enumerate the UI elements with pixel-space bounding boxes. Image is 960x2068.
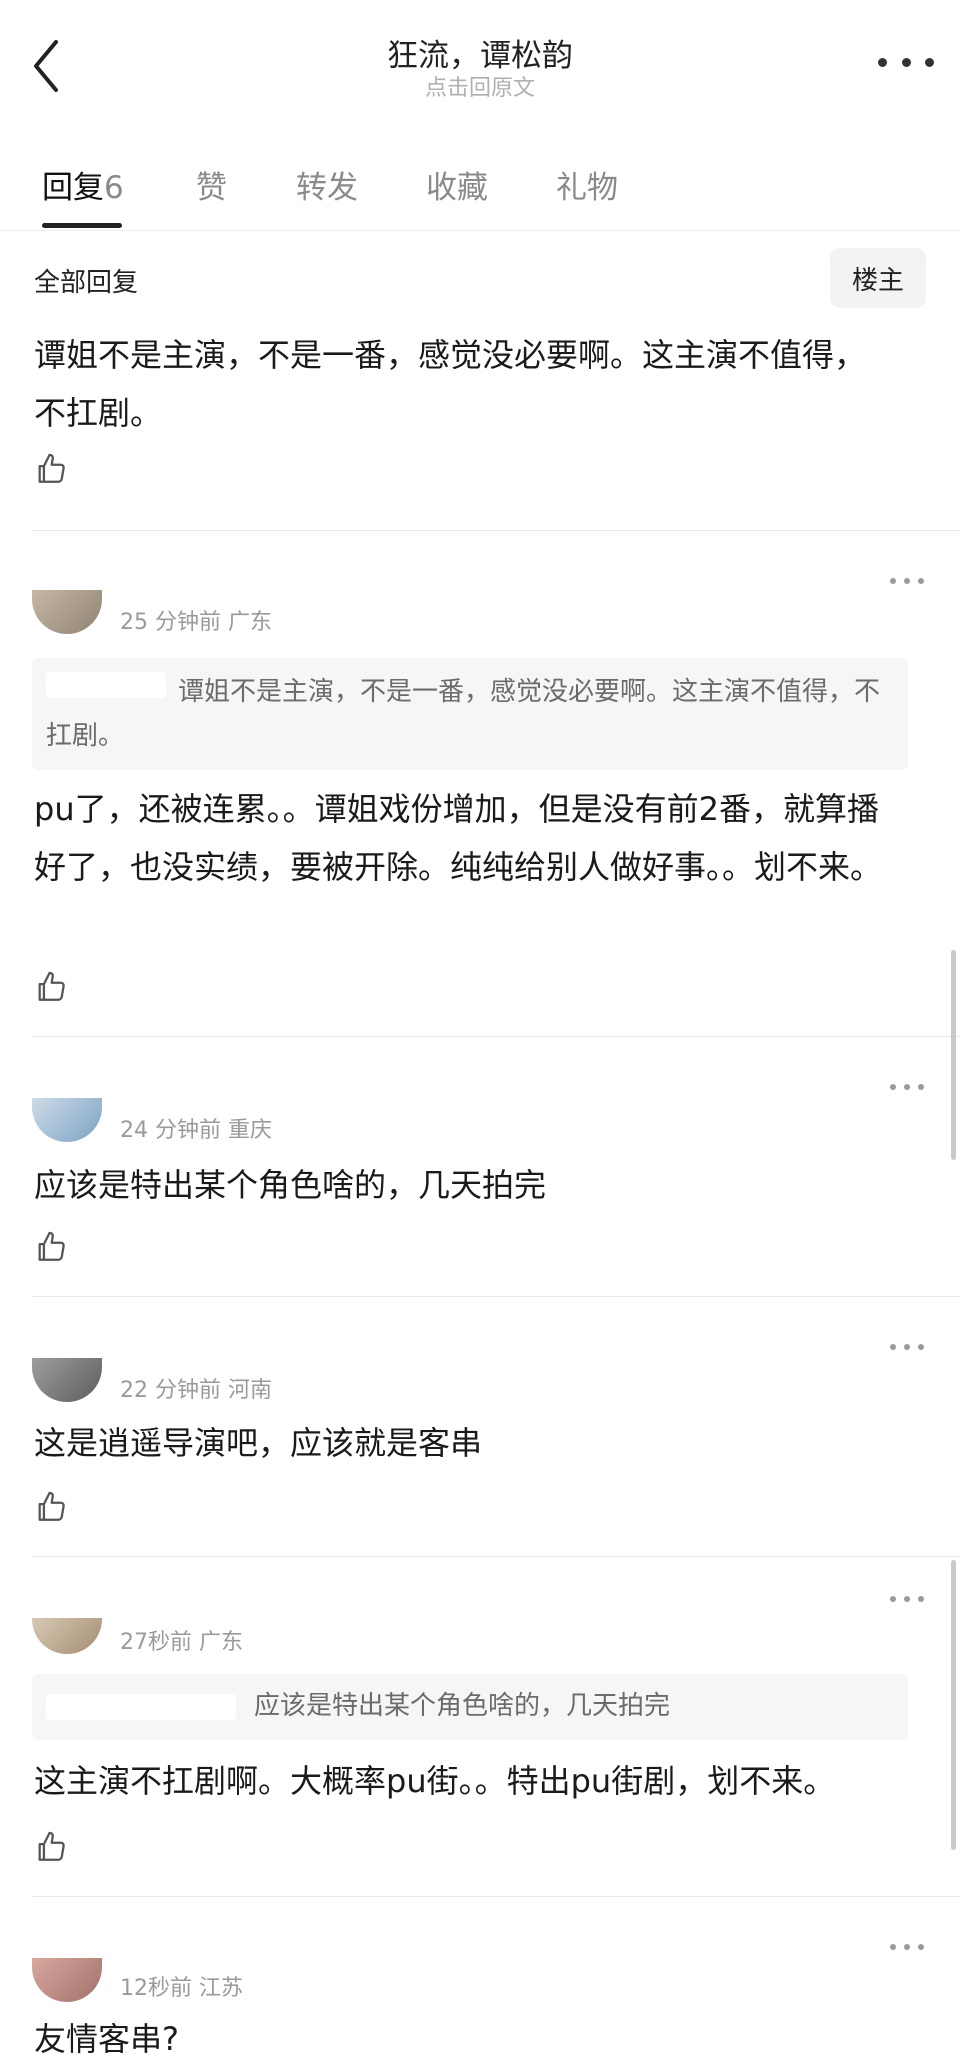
divider	[32, 1036, 960, 1037]
reply-text: 这主演不扛剧啊。大概率pu街。。特出pu街剧，划不来。	[34, 1762, 836, 1800]
quoted-reply[interactable]: 谭姐不是主演，不是一番，感觉没必要啊。这主演不值得，不扛剧。	[32, 658, 908, 770]
tab-reposts[interactable]: 转发	[296, 162, 358, 207]
avatar[interactable]	[32, 1958, 102, 2002]
thumbs-up-icon[interactable]	[34, 970, 68, 1004]
reply-meta: 12秒前 江苏	[120, 1976, 243, 2001]
divider	[32, 1296, 960, 1297]
reply-meta: 25 分钟前 广东	[120, 610, 272, 635]
more-dots-icon[interactable]	[890, 1082, 924, 1092]
more-dots-icon[interactable]	[890, 576, 924, 586]
back-to-original-link[interactable]: 点击回原文	[0, 70, 960, 102]
top-bar: 狂流，谭松韵 点击回原文	[0, 0, 960, 120]
op-only-filter-button[interactable]: 楼主	[830, 248, 926, 308]
post-text: 谭姐不是主演，不是一番，感觉没必要啊。这主演不值得，不扛剧。	[34, 336, 867, 432]
active-tab-indicator	[42, 223, 122, 228]
tab-likes[interactable]: 赞	[196, 162, 227, 207]
more-dots-icon[interactable]	[890, 1342, 924, 1352]
tab-replies-count: 6	[104, 170, 124, 206]
tab-replies-label: 回复	[42, 170, 104, 206]
more-icon[interactable]	[878, 44, 934, 80]
more-dots-icon[interactable]	[890, 1942, 924, 1952]
avatar[interactable]	[32, 1098, 102, 1142]
reply-text: 友情客串?	[34, 2020, 179, 2058]
tab-bar: 回复6 赞 转发 收藏 礼物	[0, 140, 960, 231]
more-dots-icon[interactable]	[890, 1594, 924, 1604]
reply-meta: 27秒前 广东	[120, 1630, 243, 1655]
divider	[32, 530, 960, 531]
avatar[interactable]	[32, 1358, 102, 1402]
quoted-text: 谭姐不是主演，不是一番，感觉没必要啊。这主演不值得，不扛剧。	[46, 677, 881, 751]
divider	[32, 1556, 960, 1557]
all-replies-filter[interactable]: 全部回复	[34, 262, 138, 299]
avatar[interactable]	[32, 590, 102, 634]
tab-gifts[interactable]: 礼物	[556, 162, 618, 207]
scrollbar[interactable]	[951, 950, 956, 1160]
divider	[32, 1896, 960, 1897]
avatar[interactable]	[32, 1618, 102, 1654]
quoted-reply[interactable]: 应该是特出某个角色啥的，几天拍完	[32, 1674, 908, 1740]
quoted-username	[46, 1694, 236, 1720]
thumbs-up-icon[interactable]	[34, 1830, 68, 1864]
reply-text: 这是逍遥导演吧，应该就是客串	[34, 1424, 483, 1462]
reply-text: pu了，还被连累。。谭姐戏份增加，但是没有前2番，就算播好了，也没实绩，要被开除…	[34, 790, 883, 886]
thumbs-up-icon[interactable]	[34, 1230, 68, 1264]
thumbs-up-icon[interactable]	[34, 1490, 68, 1524]
reply-meta: 22 分钟前 河南	[120, 1378, 272, 1403]
reply-text: 应该是特出某个角色啥的，几天拍完	[34, 1166, 547, 1204]
page-title: 狂流，谭松韵	[387, 38, 573, 74]
tab-replies[interactable]: 回复6	[42, 162, 124, 207]
thumbs-up-icon[interactable]	[34, 452, 68, 486]
reply-meta: 24 分钟前 重庆	[120, 1118, 272, 1143]
tab-favorites[interactable]: 收藏	[426, 162, 488, 207]
quoted-text: 应该是特出某个角色啥的，几天拍完	[254, 1691, 671, 1721]
scrollbar[interactable]	[951, 1560, 956, 1850]
